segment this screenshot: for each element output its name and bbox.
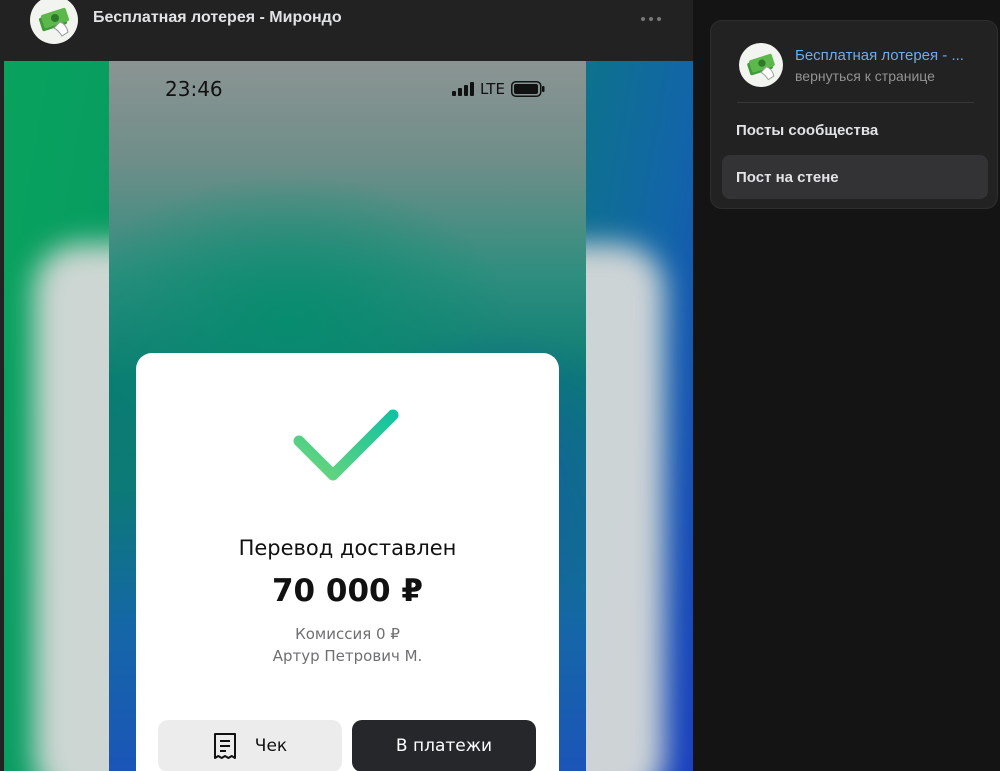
sidebar-item-label: Пост на стене <box>736 168 839 186</box>
post-image[interactable]: 23:46 LTE Перевод доставлен 70 000 ₽ Ком… <box>4 61 693 771</box>
network-label: LTE <box>480 80 505 98</box>
receipt-button-label: Чек <box>254 736 288 756</box>
sidebar-item-label: Посты сообщества <box>736 121 879 139</box>
battery-icon <box>510 81 545 97</box>
payments-button: В платежи <box>352 720 536 771</box>
receipt-icon <box>213 732 237 760</box>
payments-button-label: В платежи <box>395 736 493 756</box>
transfer-fee: Комиссия 0 ₽ <box>295 625 400 643</box>
back-to-page-link[interactable]: вернуться к странице <box>795 68 935 84</box>
status-bar-indicators: LTE <box>452 79 545 99</box>
post-viewer: Бесплатная лотерея - Мирондо 23:46 LTE П… <box>0 0 693 771</box>
post-title[interactable]: Бесплатная лотерея - Мирондо <box>93 9 342 27</box>
transfer-amount: 70 000 ₽ <box>271 573 423 609</box>
signal-bars-icon <box>452 82 474 96</box>
more-horizontal-icon <box>657 17 661 21</box>
receipt-button: Чек <box>158 720 342 771</box>
money-stack-hand-icon <box>38 7 70 37</box>
community-avatar[interactable] <box>30 0 78 44</box>
sidebar-community-avatar[interactable] <box>739 43 783 87</box>
transfer-status-title: Перевод доставлен <box>238 536 457 560</box>
community-sidebar: Бесплатная лотерея - ... вернуться к стр… <box>710 20 998 209</box>
money-stack-hand-icon <box>747 53 775 81</box>
transfer-recipient: Артур Петрович М. <box>272 647 423 665</box>
more-horizontal-icon <box>649 17 653 21</box>
phone-screenshot: 23:46 LTE Перевод доставлен 70 000 ₽ Ком… <box>109 61 586 771</box>
sidebar-community-name[interactable]: Бесплатная лотерея - ... <box>795 47 980 64</box>
sidebar-item-wall-post[interactable]: Пост на стене <box>722 155 988 199</box>
sidebar-item-community-posts[interactable]: Посты сообщества <box>722 108 988 152</box>
status-time: 23:46 <box>165 77 223 101</box>
sidebar-divider <box>737 102 974 103</box>
checkmark-icon <box>293 409 399 481</box>
transfer-card: Перевод доставлен 70 000 ₽ Комиссия 0 ₽ … <box>136 353 559 771</box>
more-options-button[interactable] <box>636 8 666 30</box>
post-header: Бесплатная лотерея - Мирондо <box>0 0 693 58</box>
more-horizontal-icon <box>641 17 645 21</box>
